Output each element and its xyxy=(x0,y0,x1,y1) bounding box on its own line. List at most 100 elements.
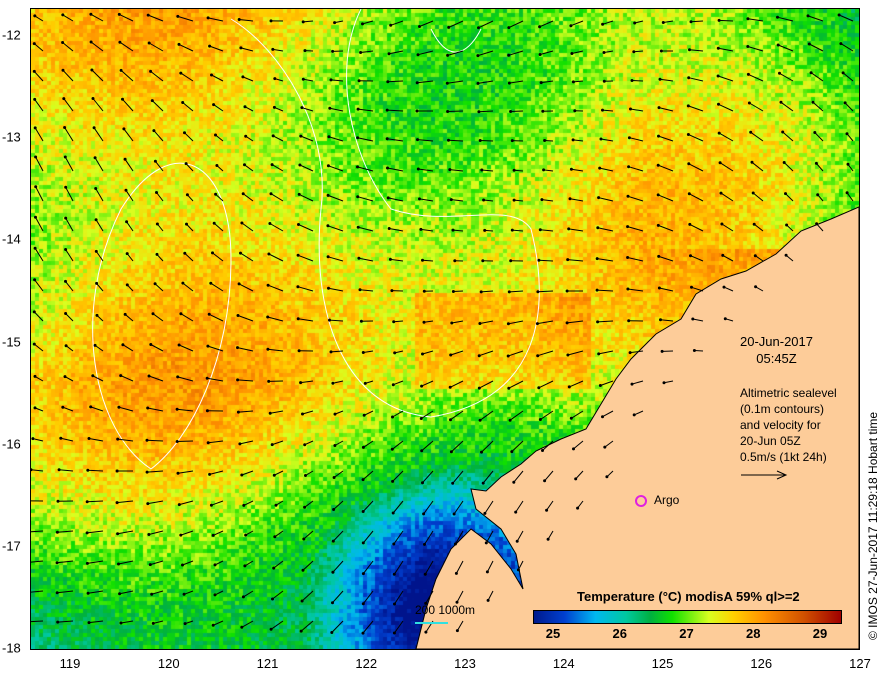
velocity-arrow-head xyxy=(385,137,389,141)
velocity-arrow-head xyxy=(205,376,209,380)
velocity-arrow xyxy=(60,437,74,442)
velocity-arrow xyxy=(362,530,374,544)
velocity-arrow xyxy=(298,193,314,202)
velocity-arrow-head xyxy=(55,591,59,595)
velocity-arrow-head xyxy=(385,108,389,112)
velocity-arrow xyxy=(153,130,164,142)
velocity-arrow-head xyxy=(328,106,332,110)
velocity-arrow-head xyxy=(33,278,37,282)
velocity-arrow-head xyxy=(297,192,301,196)
velocity-arrow xyxy=(809,43,824,52)
velocity-arrow xyxy=(537,290,554,293)
velocity-arrow-head xyxy=(176,375,180,379)
velocity-arrow-head xyxy=(205,409,209,413)
velocity-arrow xyxy=(688,163,704,172)
velocity-arrow-head xyxy=(116,532,120,536)
velocity-arrow-head xyxy=(421,258,424,262)
velocity-arrow-head xyxy=(687,162,691,166)
velocity-arrow-head xyxy=(657,106,661,110)
velocity-arrow xyxy=(87,560,104,564)
colorbar-tick: 28 xyxy=(746,626,761,641)
velocity-arrow-head xyxy=(481,481,485,485)
velocity-arrow-head xyxy=(605,475,609,479)
velocity-arrow xyxy=(332,590,344,604)
velocity-arrow xyxy=(95,188,104,202)
velocity-arrow-head xyxy=(595,257,599,261)
y-tick-label: -15 xyxy=(2,334,21,350)
velocity-arrow-head xyxy=(779,100,783,104)
velocity-arrow-head xyxy=(386,166,389,170)
velocity-arrow-head xyxy=(116,437,120,441)
velocity-arrow xyxy=(627,257,644,262)
velocity-arrow-head xyxy=(119,68,123,72)
velocity-arrow xyxy=(688,134,704,142)
velocity-arrow-head xyxy=(239,251,242,255)
velocity-arrow xyxy=(627,226,644,232)
velocity-arrow xyxy=(331,620,344,633)
velocity-arrow-head xyxy=(422,512,426,516)
velocity-arrow xyxy=(658,224,674,232)
velocity-arrow-head xyxy=(181,101,185,104)
velocity-arrow xyxy=(272,48,284,52)
velocity-arrow-head xyxy=(419,417,423,420)
velocity-arrow-head xyxy=(515,539,519,543)
velocity-arrow-head xyxy=(576,506,580,510)
velocity-arrow xyxy=(91,69,104,82)
velocity-arrow-head xyxy=(843,101,847,105)
velocity-arrow-head xyxy=(449,450,453,454)
date-label: 20-Jun-2017 xyxy=(740,334,813,349)
velocity-arrow xyxy=(213,222,224,232)
velocity-arrow-head xyxy=(332,476,336,479)
velocity-arrow-head xyxy=(326,193,330,197)
velocity-arrow xyxy=(659,78,674,82)
velocity-arrow-head xyxy=(208,44,212,48)
velocity-arrow xyxy=(360,50,374,53)
velocity-arrow-head xyxy=(446,110,450,113)
velocity-arrow-head xyxy=(422,289,426,293)
velocity-arrow-head xyxy=(481,259,485,263)
velocity-arrow-head xyxy=(299,381,303,385)
velocity-arrow xyxy=(34,127,44,142)
velocity-arrow-head xyxy=(571,80,575,84)
velocity-arrow-head xyxy=(390,289,394,293)
velocity-arrow xyxy=(660,319,674,322)
velocity-arrow-head xyxy=(391,383,395,387)
velocity-arrow-head xyxy=(484,541,488,545)
velocity-arrow-head xyxy=(206,344,210,348)
velocity-arrow xyxy=(120,70,134,82)
velocity-arrow-head xyxy=(64,312,68,315)
velocity-arrow-head xyxy=(184,162,188,166)
velocity-arrow xyxy=(419,198,434,202)
velocity-arrow-head xyxy=(627,136,631,140)
velocity-arrow-head xyxy=(416,53,420,57)
velocity-arrow-head xyxy=(33,14,37,18)
velocity-arrow xyxy=(92,98,104,112)
velocity-arrow xyxy=(31,590,44,593)
velocity-arrow-head xyxy=(391,511,395,515)
velocity-arrow xyxy=(509,80,524,84)
velocity-arrow-head xyxy=(510,228,514,232)
velocity-arrow-head xyxy=(536,290,540,294)
velocity-arrow-head xyxy=(87,621,91,625)
velocity-arrow-head xyxy=(423,572,427,576)
velocity-arrow-head xyxy=(85,531,89,535)
velocity-arrow-head xyxy=(507,53,511,57)
velocity-arrow-head xyxy=(447,25,451,29)
velocity-arrow xyxy=(718,103,734,112)
velocity-arrow-head xyxy=(690,285,693,289)
velocity-arrow-head xyxy=(686,133,690,136)
velocity-arrow xyxy=(209,45,224,52)
velocity-arrow xyxy=(177,15,194,22)
velocity-arrow-head xyxy=(813,131,817,134)
velocity-arrow xyxy=(297,254,314,262)
velocity-arrow xyxy=(539,50,554,55)
velocity-arrow-head xyxy=(816,193,820,197)
velocity-arrow xyxy=(631,80,644,82)
velocity-arrow xyxy=(571,410,584,419)
velocity-arrow xyxy=(540,410,554,420)
velocity-arrow xyxy=(152,313,164,322)
velocity-arrow xyxy=(747,46,764,52)
velocity-arrow xyxy=(812,101,824,112)
velocity-arrow-head xyxy=(63,375,67,379)
velocity-arrow xyxy=(118,560,134,565)
